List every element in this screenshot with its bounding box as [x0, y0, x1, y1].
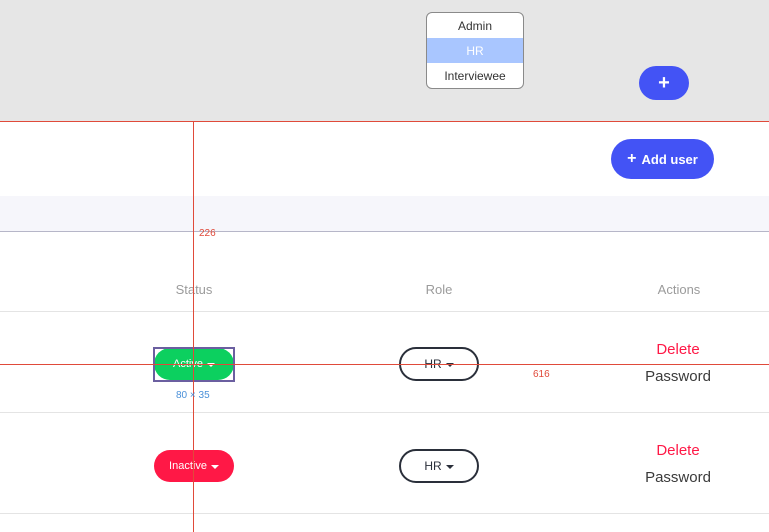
- guide-line-horizontal-top: [0, 121, 769, 122]
- plus-icon: +: [627, 150, 637, 167]
- top-canvas: [0, 0, 769, 121]
- chevron-down-icon: [445, 464, 454, 469]
- chevron-down-icon: [210, 464, 219, 469]
- status-toggle-inactive[interactable]: Inactive: [154, 450, 234, 482]
- guide-line-vertical: [193, 121, 194, 532]
- role-option-hr[interactable]: HR: [427, 38, 523, 63]
- password-link[interactable]: Password: [618, 368, 738, 385]
- role-option-admin[interactable]: Admin: [427, 13, 523, 38]
- row-divider: [0, 412, 769, 413]
- password-link[interactable]: Password: [618, 469, 738, 486]
- add-button[interactable]: +: [639, 66, 689, 100]
- add-user-label: Add user: [641, 151, 698, 167]
- add-user-button[interactable]: + Add user: [611, 139, 714, 179]
- distance-label-top: 226: [199, 228, 216, 239]
- row-divider: [0, 513, 769, 514]
- role-label: HR: [424, 459, 442, 473]
- column-header-status: Status: [134, 282, 254, 297]
- divider: [0, 231, 769, 232]
- size-label: 80 × 35: [176, 390, 210, 401]
- status-label: Inactive: [169, 460, 207, 472]
- guide-line-horizontal: [0, 364, 769, 365]
- filter-bar: [0, 196, 769, 231]
- role-dropdown-menu[interactable]: Admin HR Interviewee: [426, 12, 524, 89]
- column-header-actions: Actions: [657, 282, 701, 297]
- delete-link[interactable]: Delete: [618, 341, 738, 358]
- distance-label-right: 616: [533, 369, 550, 380]
- row-divider: [0, 311, 769, 312]
- column-header-role: Role: [425, 282, 453, 297]
- delete-link[interactable]: Delete: [618, 442, 738, 459]
- role-option-interviewee[interactable]: Interviewee: [427, 63, 523, 88]
- plus-icon: +: [658, 71, 670, 94]
- role-select[interactable]: HR: [399, 449, 479, 483]
